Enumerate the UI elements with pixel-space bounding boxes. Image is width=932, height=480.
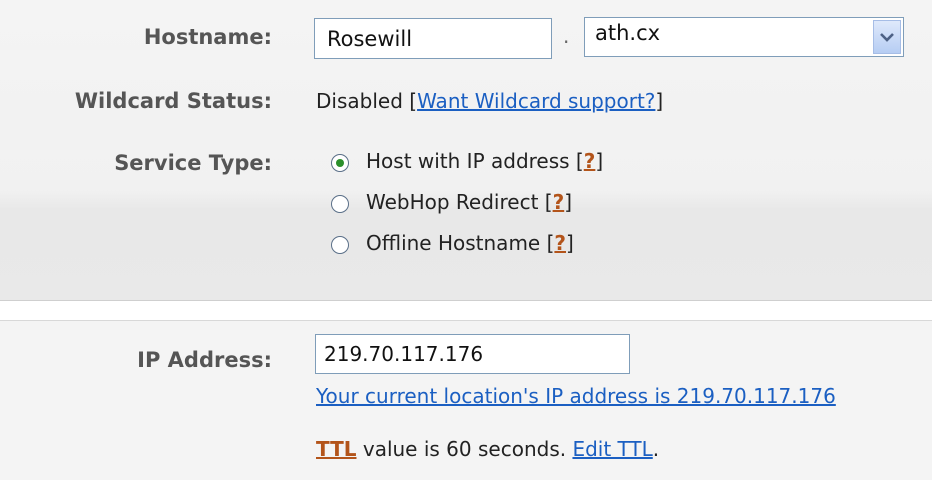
ttl-value-text: value is 60 seconds. [362, 437, 567, 461]
want-wildcard-link[interactable]: Want Wildcard support? [417, 89, 655, 113]
domain-select[interactable]: ath.cx [584, 17, 904, 57]
radio-offline-hostname[interactable] [331, 236, 349, 254]
wildcard-status-value: Disabled [316, 89, 403, 113]
wildcard-close-bracket: ] [655, 89, 664, 113]
hostname-label: Hostname: [143, 25, 272, 49]
help-link-host-with-ip[interactable]: ? [584, 149, 596, 173]
chevron-down-icon[interactable] [873, 20, 901, 54]
help-link-webhop-redirect[interactable]: ? [553, 190, 565, 214]
option-webhop-redirect: WebHop Redirect [?] [366, 190, 573, 214]
option-webhop-redirect-label: WebHop Redirect [366, 190, 539, 214]
wildcard-status-label: Wildcard Status: [74, 89, 272, 113]
wildcard-status-line: Disabled [Want Wildcard support?] [316, 89, 663, 113]
ip-address-input[interactable]: 219.70.117.176 [315, 334, 630, 374]
ip-address-label: IP Address: [137, 348, 272, 372]
option-host-with-ip-label: Host with IP address [366, 149, 570, 173]
ttl-help-link[interactable]: TTL [316, 437, 357, 461]
option-offline-hostname: Offline Hostname [?] [366, 231, 574, 255]
service-type-label: Service Type: [80, 151, 272, 175]
edit-ttl-link[interactable]: Edit TTL [572, 437, 652, 461]
help-link-offline-hostname[interactable]: ? [554, 231, 566, 255]
hostname-input[interactable]: Rosewill [314, 18, 552, 59]
option-offline-hostname-label: Offline Hostname [366, 231, 541, 255]
ttl-trailing-period: . [652, 437, 660, 461]
panel-divider [0, 300, 932, 301]
hostname-separator: . [563, 24, 570, 48]
wildcard-open-bracket: [ [409, 89, 418, 113]
radio-webhop-redirect[interactable] [331, 195, 349, 213]
option-host-with-ip: Host with IP address [?] [366, 149, 604, 173]
current-ip-link[interactable]: Your current location's IP address is 21… [316, 384, 836, 408]
radio-host-with-ip[interactable] [331, 154, 349, 172]
ttl-line: TTL value is 60 seconds. Edit TTL. [316, 437, 659, 461]
domain-select-value: ath.cx [595, 21, 661, 45]
service-type-label-text: Service Type: [114, 151, 272, 175]
